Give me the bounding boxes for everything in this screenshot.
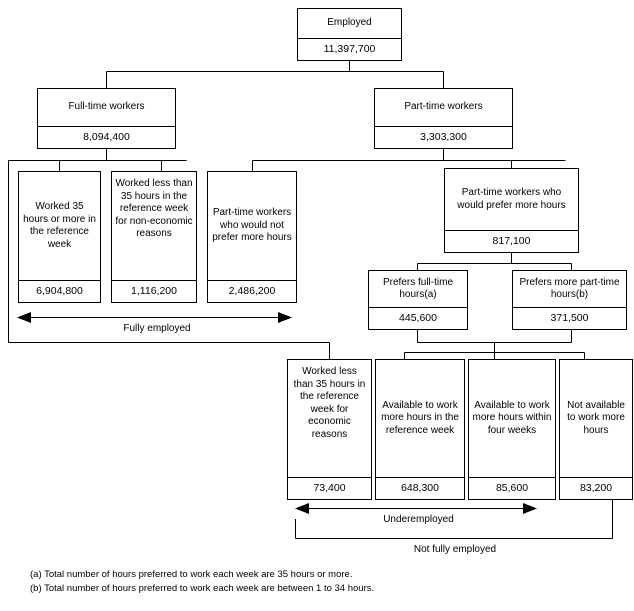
node-part-time-workers-value: 3,303,300 — [375, 126, 512, 148]
node-prefers-full-time-hours-value: 445,600 — [369, 307, 467, 329]
node-worked-less-non-economic[interactable]: Worked less than 35 hours in the referen… — [111, 171, 197, 303]
annotation-underemployed: Underemployed — [383, 514, 454, 525]
node-prefers-more-part-time-hours-value: 371,500 — [513, 307, 626, 329]
annotation-not-fully-employed: Not fully employed — [413, 544, 497, 555]
node-available-reference-week[interactable]: Available to work more hours in the refe… — [375, 359, 465, 500]
node-part-time-not-prefer-more-hours-value: 2,486,200 — [208, 280, 296, 302]
footnotes: (a) Total number of hours preferred to w… — [30, 568, 590, 596]
node-part-time-workers[interactable]: Part-time workers 3,303,300 — [374, 88, 513, 149]
node-worked-35-hours-or-more[interactable]: Worked 35 hours or more in the reference… — [18, 171, 101, 303]
node-prefers-full-time-hours[interactable]: Prefers full-time hours(a) 445,600 — [368, 270, 468, 330]
node-not-available-more-hours-label: Not available to work more hours — [567, 399, 625, 436]
annotation-fully-employed: Fully employed — [123, 323, 191, 334]
node-not-available-more-hours[interactable]: Not available to work more hours 83,200 — [559, 359, 633, 500]
node-part-time-prefer-more-hours-label: Part-time workers who would prefer more … — [457, 187, 566, 211]
node-worked-less-economic[interactable]: Worked less than 35 hours in the referen… — [287, 359, 372, 500]
diagram-canvas: Employed 11,397,700 Full-time workers 8,… — [0, 0, 634, 611]
node-part-time-prefer-more-hours[interactable]: Part-time workers who would prefer more … — [444, 168, 579, 253]
node-available-reference-week-label: Available to work more hours in the refe… — [381, 399, 459, 436]
node-available-four-weeks[interactable]: Available to work more hours within four… — [468, 359, 556, 500]
node-available-four-weeks-label: Available to work more hours within four… — [472, 399, 552, 436]
node-part-time-not-prefer-more-hours[interactable]: Part-time workers who would not prefer m… — [207, 171, 297, 303]
node-worked-less-economic-label: Worked less than 35 hours in the referen… — [293, 366, 366, 440]
footnote-b: (b) Total number of hours preferred to w… — [30, 583, 375, 594]
node-available-four-weeks-value: 85,600 — [469, 477, 555, 499]
node-employed-value: 11,397,700 — [298, 38, 401, 60]
node-worked-35-hours-or-more-label: Worked 35 hours or more in the reference… — [23, 201, 96, 250]
node-full-time-workers-label: Full-time workers — [68, 101, 145, 113]
node-part-time-workers-label: Part-time workers — [404, 101, 483, 113]
node-worked-less-economic-value: 73,400 — [288, 477, 371, 499]
node-worked-less-non-economic-label: Worked less than 35 hours in the referen… — [115, 178, 193, 239]
node-prefers-more-part-time-hours-label: Prefers more part-time hours(b) — [519, 276, 620, 301]
node-not-available-more-hours-value: 83,200 — [560, 477, 632, 499]
node-employed[interactable]: Employed 11,397,700 — [297, 8, 402, 61]
node-part-time-prefer-more-hours-value: 817,100 — [445, 230, 578, 252]
node-employed-label: Employed — [327, 17, 372, 29]
node-worked-35-hours-or-more-value: 6,904,800 — [19, 280, 100, 302]
node-worked-less-non-economic-value: 1,116,200 — [112, 280, 196, 302]
footnote-a: (a) Total number of hours preferred to w… — [30, 569, 353, 580]
node-part-time-not-prefer-more-hours-label: Part-time workers who would not prefer m… — [212, 207, 292, 244]
node-prefers-more-part-time-hours[interactable]: Prefers more part-time hours(b) 371,500 — [512, 270, 627, 330]
node-available-reference-week-value: 648,300 — [376, 477, 464, 499]
node-full-time-workers-value: 8,094,400 — [38, 126, 175, 148]
node-full-time-workers[interactable]: Full-time workers 8,094,400 — [37, 88, 176, 149]
node-prefers-full-time-hours-label: Prefers full-time hours(a) — [382, 276, 453, 301]
